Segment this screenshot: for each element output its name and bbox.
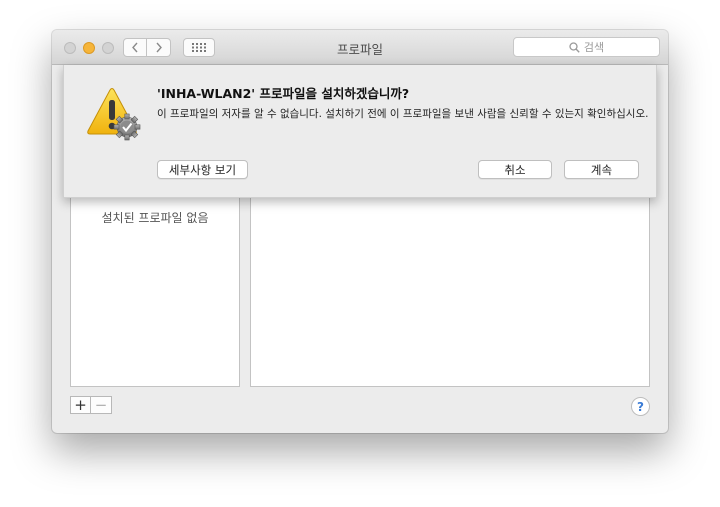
add-profile-button[interactable]: + [70, 396, 91, 414]
profile-detail-pane [250, 195, 650, 387]
profile-list[interactable]: 설치된 프로파일 없음 [70, 195, 240, 387]
install-profile-sheet: 'INHA-WLAN2' 프로파일을 설치하겠습니까? 이 프로파일의 저자를 … [63, 65, 657, 198]
show-details-button[interactable]: 세부사항 보기 [157, 160, 248, 179]
continue-button[interactable]: 계속 [564, 160, 639, 179]
remove-profile-button[interactable]: − [91, 396, 112, 414]
cancel-button[interactable]: 취소 [478, 160, 552, 179]
no-profiles-label: 설치된 프로파일 없음 [101, 211, 209, 225]
warning-gear-icon [87, 88, 141, 141]
dialog-title: 'INHA-WLAN2' 프로파일을 설치하겠습니까? [157, 86, 410, 101]
title-bar: 프로파일 검색 [52, 30, 668, 65]
help-button[interactable]: ? [631, 397, 650, 416]
search-field[interactable]: 검색 [513, 37, 660, 57]
dialog-message: 이 프로파일의 저자를 알 수 없습니다. 설치하기 전에 이 프로파일을 보낸… [157, 108, 649, 120]
search-placeholder: 검색 [583, 41, 605, 54]
search-icon [569, 41, 580, 53]
